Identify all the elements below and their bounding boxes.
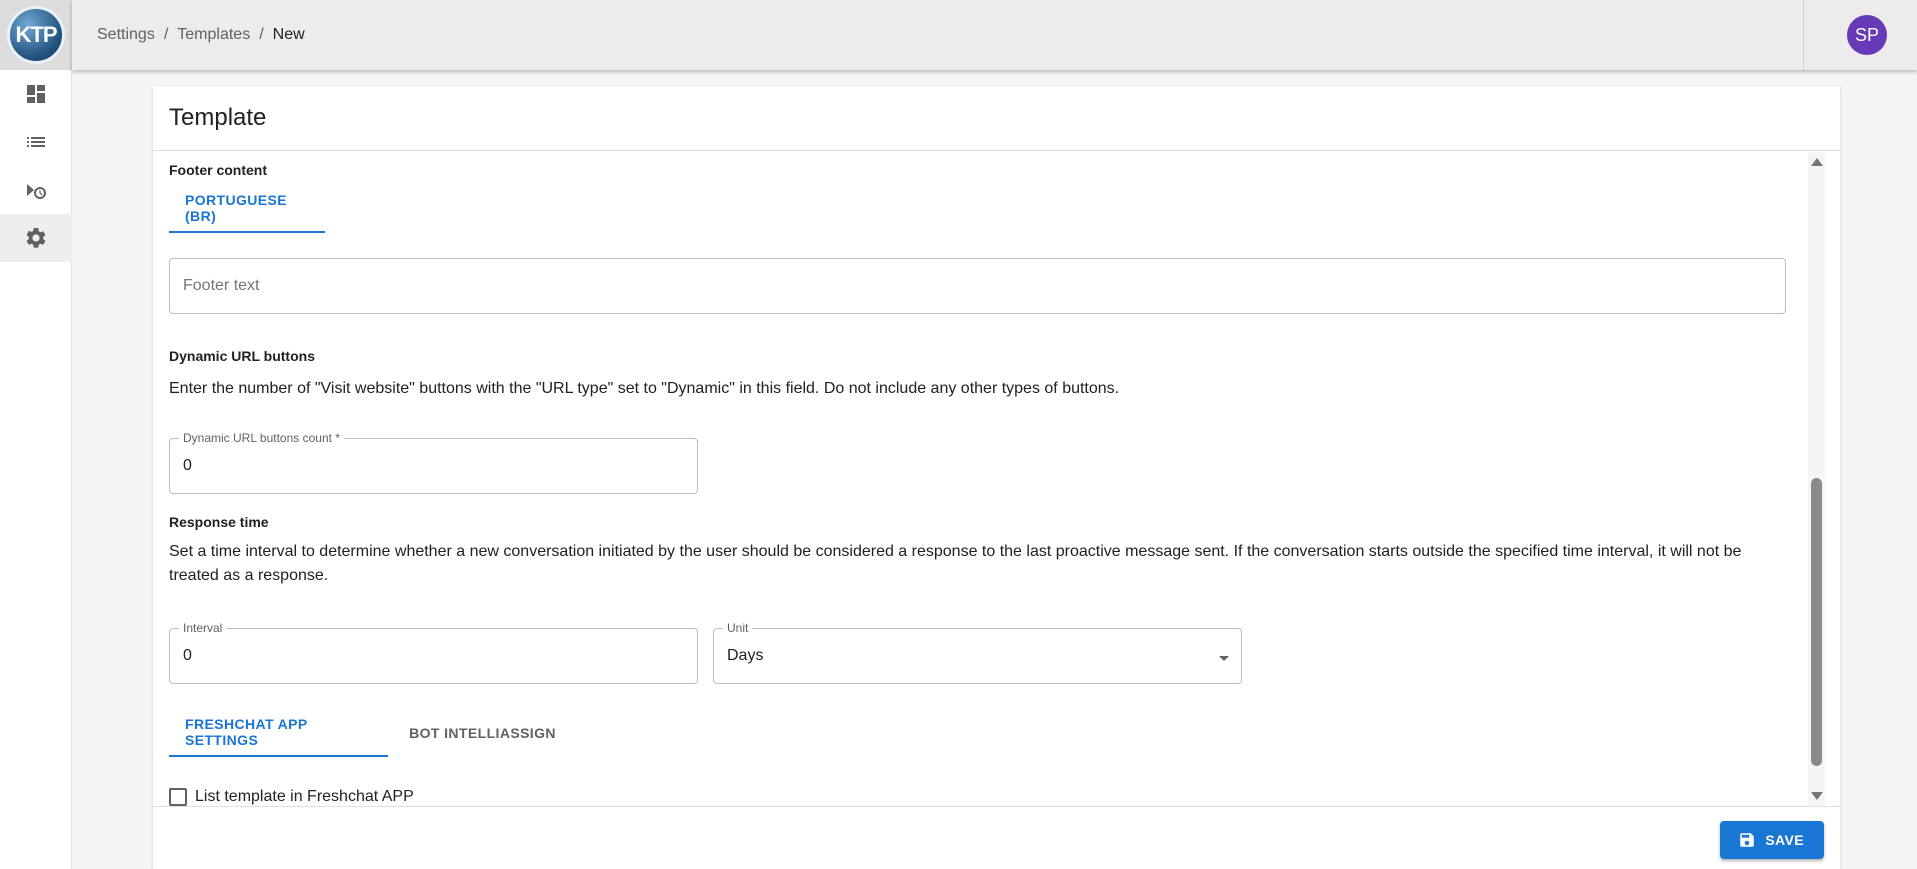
breadcrumb-separator: / [163,26,169,43]
save-floppy-icon [1740,833,1755,847]
dropdown-caret-icon [1219,656,1229,661]
scrollbar[interactable] [1808,152,1825,806]
footer-text-placeholder: Footer text [183,277,260,294]
card-header: Template [153,86,1840,151]
dynamic-url-title: Dynamic URL buttons [169,348,315,364]
list-template-checkbox-row[interactable]: List template in Freshchat APP [169,788,414,806]
campaign-schedule-icon [27,184,46,199]
breadcrumb: Settings / Templates / New [72,26,305,44]
breadcrumb-current: New [272,26,305,43]
dynamic-url-count-value: 0 [183,457,192,474]
card-footer: SAVE [153,806,1840,869]
scroll-up-arrow-icon[interactable] [1811,158,1823,166]
template-card: Template Footer content PORTUGUESE (BR) … [153,86,1840,869]
tab-freshchat-app-settings[interactable]: FRESHCHAT APP SETTINGS [169,709,388,757]
breadcrumb-settings[interactable]: Settings [97,26,155,44]
scroll-down-arrow-icon[interactable] [1811,792,1823,800]
topbar: Settings / Templates / New SP [72,0,1917,70]
interval-value: 0 [183,647,192,664]
nav-item-campaign-schedule[interactable] [0,166,72,214]
save-button[interactable]: SAVE [1720,821,1824,859]
nav-item-list[interactable] [0,118,72,166]
list-icon [27,137,45,147]
tab-portuguese-br[interactable]: PORTUGUESE (BR) [169,185,325,233]
topbar-divider [1803,0,1804,70]
save-button-label: SAVE [1765,832,1804,848]
logo[interactable]: KTP [0,0,72,70]
breadcrumb-templates[interactable]: Templates [177,26,250,44]
page-title: Template [169,104,267,131]
nav-item-settings[interactable] [0,214,72,262]
nav-item-dashboard[interactable] [0,70,72,118]
response-time-title: Response time [169,514,269,530]
response-time-description: Set a time interval to determine whether… [169,543,1742,584]
footer-content-title: Footer content [169,162,267,178]
scroll-thumb[interactable] [1811,478,1822,766]
sidebar: KTP [0,0,72,869]
dynamic-url-description: Enter the number of "Visit website" butt… [169,380,1120,397]
list-template-checkbox[interactable] [169,788,187,806]
dashboard-icon [27,85,45,103]
unit-select[interactable]: Unit Days [713,621,1242,684]
unit-value: Days [727,647,764,664]
user-avatar[interactable]: SP [1847,15,1887,55]
settings-gear-icon [26,227,46,248]
breadcrumb-separator: / [259,26,264,43]
tab-bot-intelliassign[interactable]: BOT INTELLIASSIGN [388,709,577,757]
dynamic-url-count-label: Dynamic URL buttons count * [179,431,344,445]
logo-badge: KTP [7,6,65,64]
dynamic-url-count-field[interactable]: Dynamic URL buttons count * 0 [169,431,698,494]
footer-text-field[interactable]: Footer text [169,258,1786,314]
list-template-checkbox-label: List template in Freshchat APP [195,788,414,805]
interval-field[interactable]: Interval 0 [169,621,698,684]
scroll-content[interactable]: Footer content PORTUGUESE (BR) Footer te… [153,152,1840,806]
